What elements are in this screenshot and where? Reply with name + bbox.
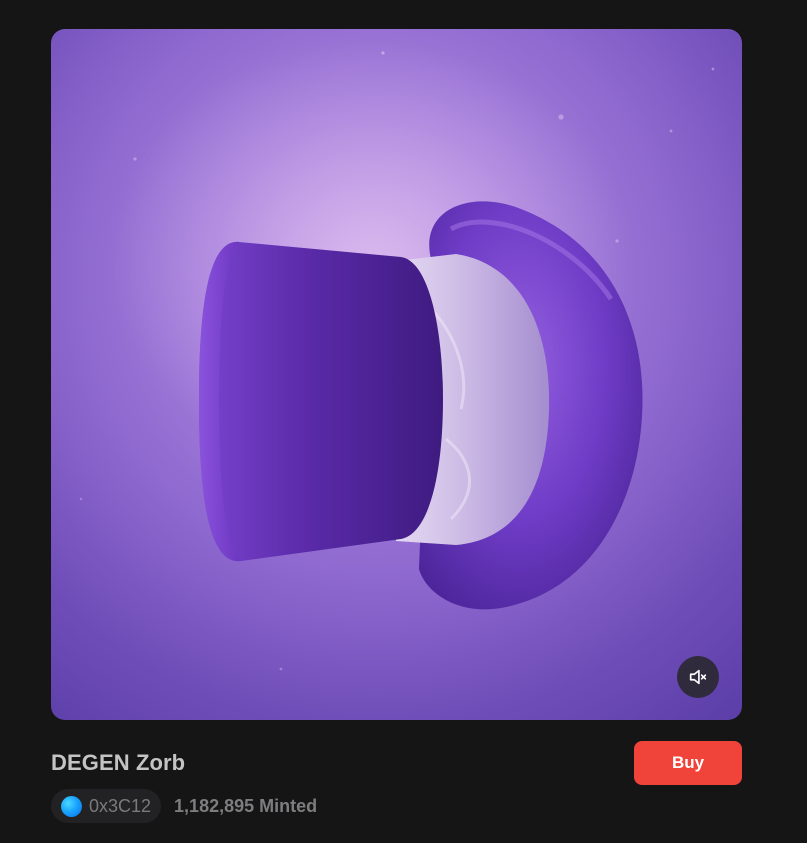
creator-address-chip[interactable]: 0x3C12 — [51, 789, 162, 823]
top-hat-artwork — [79, 39, 715, 671]
speaker-muted-icon — [689, 669, 707, 685]
nft-card: DEGEN Zorb Buy 0x3C12 1,182,895 Minted — [51, 29, 742, 841]
minted-label: Minted — [259, 795, 318, 816]
creator-address: 0x3C12 — [89, 795, 152, 816]
nft-meta: 0x3C12 1,182,895 Minted — [51, 789, 317, 823]
nft-media[interactable] — [51, 29, 742, 720]
nft-title: DEGEN Zorb — [51, 750, 186, 775]
mute-toggle-button[interactable] — [677, 656, 719, 698]
buy-button[interactable]: Buy — [634, 741, 742, 785]
minted-count: 1,182,895 Minted — [174, 796, 317, 817]
minted-number: 1,182,895 — [174, 795, 255, 816]
nft-info: DEGEN Zorb Buy 0x3C12 1,182,895 Minted — [51, 741, 742, 841]
creator-avatar — [61, 795, 82, 817]
